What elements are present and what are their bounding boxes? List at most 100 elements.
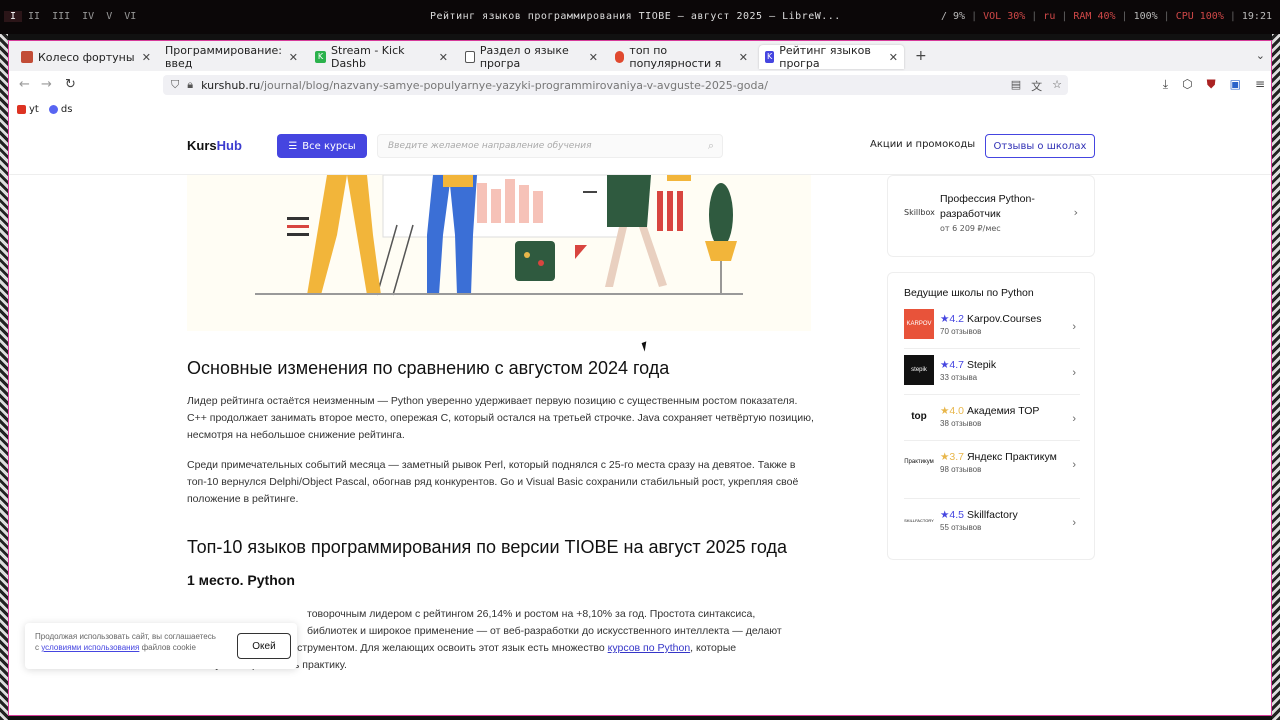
url-host: kurshub.ru xyxy=(201,78,261,92)
star-icon: ★ xyxy=(940,359,950,371)
navigation-bar: ← → ↻ ⛉ 🔒︎ kurshub.ru/journal/blog/nazva… xyxy=(9,71,1271,99)
tab-2[interactable]: Программирование: введ ✕ xyxy=(159,44,304,70)
bookmark-yt[interactable]: yt xyxy=(17,104,39,115)
menu-icon[interactable]: ≡ xyxy=(1255,77,1265,92)
close-icon[interactable]: ✕ xyxy=(289,51,298,64)
all-courses-button[interactable]: ☰ Все курсы xyxy=(277,134,367,158)
school-rating: 3.7 xyxy=(949,451,965,463)
account-icon[interactable]: ▣ xyxy=(1230,77,1241,92)
chevron-right-icon: › xyxy=(1072,367,1076,379)
cookie-banner: Продолжая использовать сайт, вы соглашае… xyxy=(25,623,297,669)
promo-link[interactable]: Акции и промокоды xyxy=(870,139,975,150)
forward-arrow-icon[interactable]: → xyxy=(41,77,52,92)
school-item[interactable]: SKILLFACTORY ★4.5 Skillfactory 55 отзывов… xyxy=(904,505,1080,545)
school-item[interactable]: Практикум ★3.7 Яндекс Практикум 98 отзыво… xyxy=(904,447,1080,499)
chevron-right-icon: › xyxy=(1073,206,1078,219)
school-rating: 4.7 xyxy=(949,359,965,371)
stat-ram: RAM 40% xyxy=(1073,11,1116,22)
featured-course-card[interactable]: Skillbox Профессия Python-разработчик от… xyxy=(887,175,1095,257)
heading-changes: Основные изменения по сравнению с август… xyxy=(187,358,670,378)
lock-icon: 🔒︎ xyxy=(187,78,194,91)
close-icon[interactable]: ✕ xyxy=(142,51,151,64)
download-icon[interactable]: ⤓ xyxy=(1163,77,1168,92)
leading-schools-title: Ведущие школы по Python xyxy=(904,287,1034,299)
cookie-terms-link[interactable]: условиями использования xyxy=(41,643,139,652)
reload-icon[interactable]: ↻ xyxy=(65,77,76,92)
logo-part-accent: Hub xyxy=(216,138,242,153)
stat-cpu: CPU 100% xyxy=(1175,11,1224,22)
school-item[interactable]: top ★4.0 Академия ТОР 38 отзывов › xyxy=(904,401,1080,441)
close-icon[interactable]: ✕ xyxy=(739,51,748,64)
search-placeholder: Введите желаемое направление обучения xyxy=(388,141,592,151)
cookie-ok-button[interactable]: Окей xyxy=(237,633,291,659)
tab-label: Раздел о языке програ xyxy=(479,44,569,70)
stat-disk: / 9% xyxy=(940,11,966,22)
new-tab-button[interactable]: + xyxy=(915,48,927,64)
workspace-list: I II III IV V VI xyxy=(4,11,142,22)
workspace-3[interactable]: III xyxy=(46,11,76,22)
stepik-logo: stepik xyxy=(904,355,934,385)
school-reviews-button[interactable]: Отзывы о школах xyxy=(985,134,1095,158)
bookmarks-bar: yt ds xyxy=(9,99,1271,119)
workspace-2[interactable]: II xyxy=(22,11,46,22)
yandex-practicum-logo: Практикум xyxy=(904,447,934,477)
tab-active[interactable]: K Рейтинг языков програ ✕ xyxy=(759,44,904,70)
reader-mode-icon[interactable]: ▤ xyxy=(1011,78,1021,94)
chevron-right-icon: › xyxy=(1072,321,1076,333)
school-rating: 4.5 xyxy=(949,509,965,521)
school-reviews: 38 отзывов xyxy=(940,419,982,428)
search-icon[interactable]: ⌕ xyxy=(708,139,714,153)
stat-battery: 100% xyxy=(1133,11,1158,22)
address-bar[interactable]: ⛉ 🔒︎ kurshub.ru/journal/blog/nazvany-sam… xyxy=(163,75,1068,95)
tab-4[interactable]: Раздел о языке програ ✕ xyxy=(459,44,604,70)
close-icon[interactable]: ✕ xyxy=(439,51,448,64)
extensions-icon[interactable]: ⬡ xyxy=(1182,77,1192,92)
workspace-4[interactable]: IV xyxy=(76,11,100,22)
stat-volume: VOL 30% xyxy=(983,11,1026,22)
url-path: /journal/blog/nazvany-samye-populyarnye-… xyxy=(260,78,768,92)
tab-list-chevron-icon[interactable]: ⌄ xyxy=(1256,49,1265,62)
tab-label: Программирование: введ xyxy=(165,44,282,70)
star-icon: ★ xyxy=(940,313,950,325)
school-item[interactable]: KARPOV ★4.2 Karpov.Courses 70 отзывов › xyxy=(904,309,1080,349)
workspace-1[interactable]: I xyxy=(4,11,23,22)
back-arrow-icon[interactable]: ← xyxy=(19,77,30,92)
star-icon: ★ xyxy=(940,451,950,463)
search-input[interactable]: Введите желаемое направление обучения ⌕ xyxy=(377,134,723,158)
paragraph-1: Лидер рейтинга остаётся неизменным — Pyt… xyxy=(187,395,814,441)
workspace-6[interactable]: VI xyxy=(118,11,142,22)
heading-top10: Топ-10 языков программирования по версии… xyxy=(187,537,787,557)
system-top-bar: I II III IV V VI Рейтинг языков программ… xyxy=(0,0,1280,34)
close-icon[interactable]: ✕ xyxy=(589,51,598,64)
ublock-icon[interactable]: ⛊ xyxy=(1207,77,1216,92)
star-icon: ★ xyxy=(940,509,950,521)
skillfactory-logo: SKILLFACTORY xyxy=(904,505,934,535)
tab-3[interactable]: K Stream - Kick Dashb ✕ xyxy=(309,44,454,70)
chevron-right-icon: › xyxy=(1072,517,1076,529)
discord-icon xyxy=(48,104,58,114)
course-title: Профессия Python-разработчик xyxy=(940,193,1035,220)
chevron-right-icon: › xyxy=(1072,413,1076,425)
site-header: KursHub ☰ Все курсы Введите желаемое нап… xyxy=(9,119,1271,175)
bookmark-star-icon[interactable]: ☆ xyxy=(1052,78,1062,94)
school-rating: 4.2 xyxy=(949,313,965,325)
school-item[interactable]: stepik ★4.7 Stepik 33 отзыва › xyxy=(904,355,1080,395)
tab-label: топ по популярности я xyxy=(629,44,722,70)
close-icon[interactable]: ✕ xyxy=(889,51,898,64)
tab-bar: Колесо фортуны ✕ Программирование: введ … xyxy=(9,41,1271,71)
workspace-5[interactable]: V xyxy=(100,11,118,22)
site-logo[interactable]: KursHub xyxy=(187,138,242,153)
tab-5[interactable]: топ по популярности я ✕ xyxy=(609,44,754,70)
translate-icon[interactable]: 文 xyxy=(1031,78,1042,94)
logo-part: Kurs xyxy=(187,138,217,153)
tab-1[interactable]: Колесо фортуны ✕ xyxy=(15,45,157,69)
page-icon xyxy=(465,51,475,63)
bookmark-ds[interactable]: ds xyxy=(48,104,72,115)
school-name: Stepik xyxy=(966,359,997,371)
tab-label: Рейтинг языков програ xyxy=(779,44,871,70)
toolbar-icons: ⤓ ⬡ ⛊ ▣ ≡ xyxy=(1163,77,1265,92)
stat-clock: 19:21 xyxy=(1241,11,1272,22)
mouse-cursor xyxy=(641,341,650,352)
wallpaper-right xyxy=(1272,34,1280,720)
python-courses-link[interactable]: курсов по Python xyxy=(608,642,691,654)
